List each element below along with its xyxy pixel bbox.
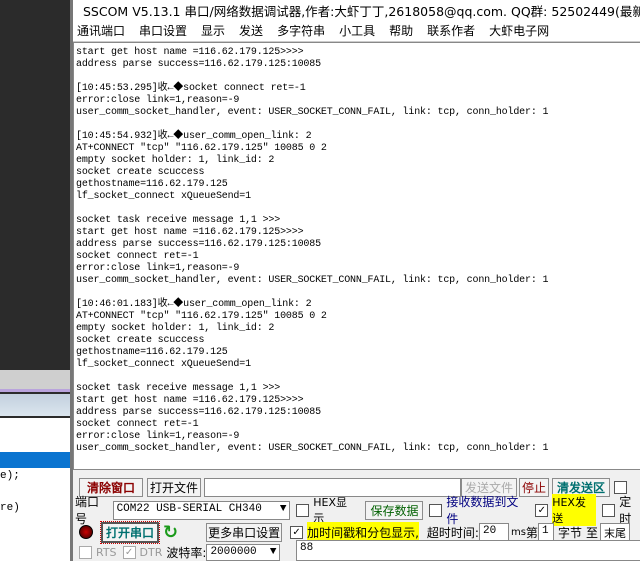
code-line: re) [0, 502, 20, 514]
byte-label: 字节 [557, 525, 582, 540]
save-data-button[interactable]: 保存数据 [365, 500, 424, 520]
menu-item[interactable]: 联系作者 [427, 22, 475, 39]
menu-item[interactable]: 发送 [239, 22, 263, 39]
log-line: start get host name =116.62.179.125>>>> [76, 47, 304, 58]
rts-label: RTS [96, 545, 117, 559]
log-line: [10:45:54.932]收←◆user_comm_open_link: 2 [76, 131, 312, 142]
log-line: socket task receive message 1,1 >>> [76, 383, 281, 394]
log-line: socket connect ret=-1 [76, 419, 199, 430]
hex-send-checkbox[interactable]: ✓ [535, 503, 549, 517]
log-line: AT+CONNECT "tcp" "116.62.179.125" 10085 … [76, 311, 327, 322]
log-line: error:close link=1,reason=-9 [76, 95, 240, 106]
log-line: lf_socket_connect xQueueSend=1 [76, 191, 251, 202]
left-divider [0, 389, 70, 392]
send-input[interactable]: 88 [296, 540, 640, 561]
baud-label: 波特率: [166, 545, 207, 560]
left-header [0, 394, 70, 416]
port-value: COM22 USB-SERIAL CH340 [116, 502, 262, 515]
timer-checkbox[interactable] [602, 503, 616, 517]
window-title: SSCOM V5.13.1 串口/网络数据调试器,作者:大虾丁丁,2618058… [83, 3, 640, 19]
log-line: socket create scuccess [76, 335, 205, 346]
timeout-label: 超时时间: [426, 525, 479, 540]
log-line: start get host name =116.62.179.125>>>> [76, 395, 304, 406]
log-line: lf_socket_connect xQueueSend=1 [76, 359, 251, 370]
ms-label: ms [510, 526, 526, 538]
menu-item[interactable]: 显示 [201, 22, 225, 39]
left-toolbar [0, 370, 70, 390]
log-line: [10:45:53.295]收←◆socket connect ret=-1 [76, 83, 306, 94]
to-label: 至 [585, 525, 598, 540]
log-line: socket create scuccess [76, 167, 205, 178]
baud-value: 2000000 [210, 545, 257, 558]
hex-show-checkbox[interactable] [296, 503, 310, 517]
log-line: error:close link=1,reason=-9 [76, 263, 240, 274]
menu-bar: 通讯端口 串口设置 显示 发送 多字符串 小工具 帮助 联系作者 大虾电子网 [73, 20, 640, 42]
byte-input[interactable]: 1 [537, 522, 554, 542]
code-line: e); [0, 470, 20, 482]
log-line: address parse success=116.62.179.125:100… [76, 407, 321, 418]
menu-item[interactable]: 串口设置 [139, 22, 187, 39]
left-editor [0, 418, 70, 561]
end-select[interactable]: 末尾 [599, 522, 630, 542]
baud-select[interactable]: 2000000 ▼ [206, 543, 281, 561]
timeout-input[interactable]: 20 [478, 522, 509, 542]
status-led-icon [79, 525, 93, 539]
log-line: user_comm_socket_handler, event: USER_SO… [76, 275, 549, 286]
chevron-down-icon: ▼ [269, 545, 277, 558]
log-line: empty socket holder: 1, link_id: 2 [76, 155, 275, 166]
menu-item[interactable]: 帮助 [389, 22, 413, 39]
title-bar: SSCOM V5.13.1 串口/网络数据调试器,作者:大虾丁丁,2618058… [73, 0, 640, 20]
sscom-window: SSCOM V5.13.1 串口/网络数据调试器,作者:大虾丁丁,2618058… [70, 0, 640, 561]
background-window: e); re) [0, 0, 70, 561]
log-line: gethostname=116.62.179.125 [76, 179, 228, 190]
menu-item[interactable]: 小工具 [339, 22, 375, 39]
more-port-settings-button[interactable]: 更多串口设置 [206, 522, 283, 542]
chevron-down-icon: ▼ [279, 502, 287, 515]
log-line: [10:46:01.183]收←◆user_comm_open_link: 2 [76, 299, 312, 310]
log-line: user_comm_socket_handler, event: USER_SO… [76, 443, 549, 454]
left-selection [0, 452, 70, 468]
recv-to-file-checkbox[interactable] [429, 503, 443, 517]
refresh-icon[interactable]: ↻ [163, 522, 178, 543]
open-port-button[interactable]: 打开串口 [100, 520, 160, 544]
log-line: socket connect ret=-1 [76, 251, 199, 262]
log-line: error:close link=1,reason=-9 [76, 431, 240, 442]
menu-item[interactable]: 大虾电子网 [489, 22, 549, 39]
log-line: empty socket holder: 1, link_id: 2 [76, 323, 275, 334]
log-line: gethostname=116.62.179.125 [76, 347, 228, 358]
checkbox[interactable] [614, 480, 627, 494]
log-line: address parse success=116.62.179.125:100… [76, 239, 321, 250]
rts-checkbox[interactable] [79, 545, 92, 559]
log-line: socket task receive message 1,1 >>> [76, 215, 281, 226]
log-line: user_comm_socket_handler, event: USER_SO… [76, 107, 549, 118]
timestamp-checkbox[interactable]: ✓ [290, 525, 304, 539]
log-line: AT+CONNECT "tcp" "116.62.179.125" 10085 … [76, 143, 327, 154]
di-label: 第 [525, 525, 538, 540]
log-line: start get host name =116.62.179.125>>>> [76, 227, 304, 238]
open-file-button[interactable]: 打开文件 [147, 477, 201, 497]
port-select[interactable]: COM22 USB-SERIAL CH340 ▼ [112, 500, 291, 520]
menu-item[interactable]: 多字符串 [277, 22, 325, 39]
dtr-label: DTR [139, 545, 163, 559]
receive-log[interactable]: start get host name =116.62.179.125>>>> a… [73, 42, 640, 470]
menu-item[interactable]: 通讯端口 [77, 22, 125, 39]
log-line: address parse success=116.62.179.125:100… [76, 59, 321, 70]
dtr-checkbox[interactable]: ✓ [122, 545, 136, 559]
